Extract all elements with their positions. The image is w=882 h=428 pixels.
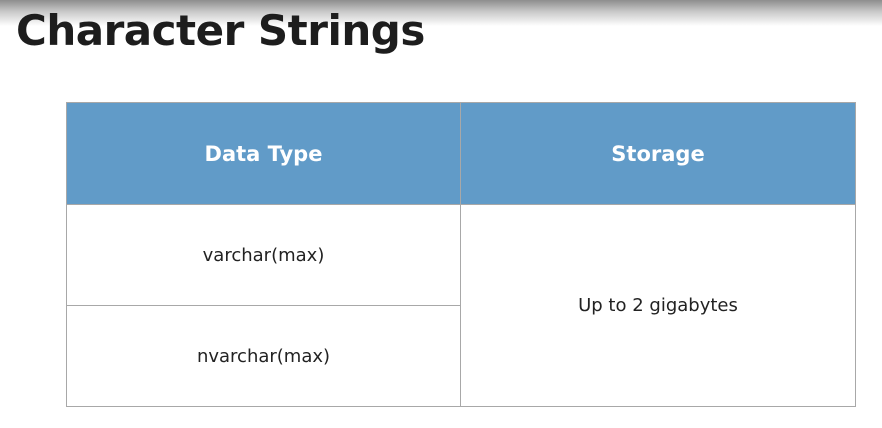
header-data-type: Data Type [66,102,461,205]
table-row: varchar(max) Up to 2 gigabytes [66,204,856,407]
character-strings-table: Data Type Storage varchar(max) Up to 2 g… [66,102,856,407]
cell-storage-merged: Up to 2 gigabytes [460,204,856,407]
slide-title: Character Strings [16,6,425,55]
header-storage: Storage [460,102,856,205]
cell-data-type-nvarchar-max: nvarchar(max) [66,305,461,407]
table-header-row: Data Type Storage [66,102,856,205]
cell-data-type-varchar-max: varchar(max) [66,204,461,306]
